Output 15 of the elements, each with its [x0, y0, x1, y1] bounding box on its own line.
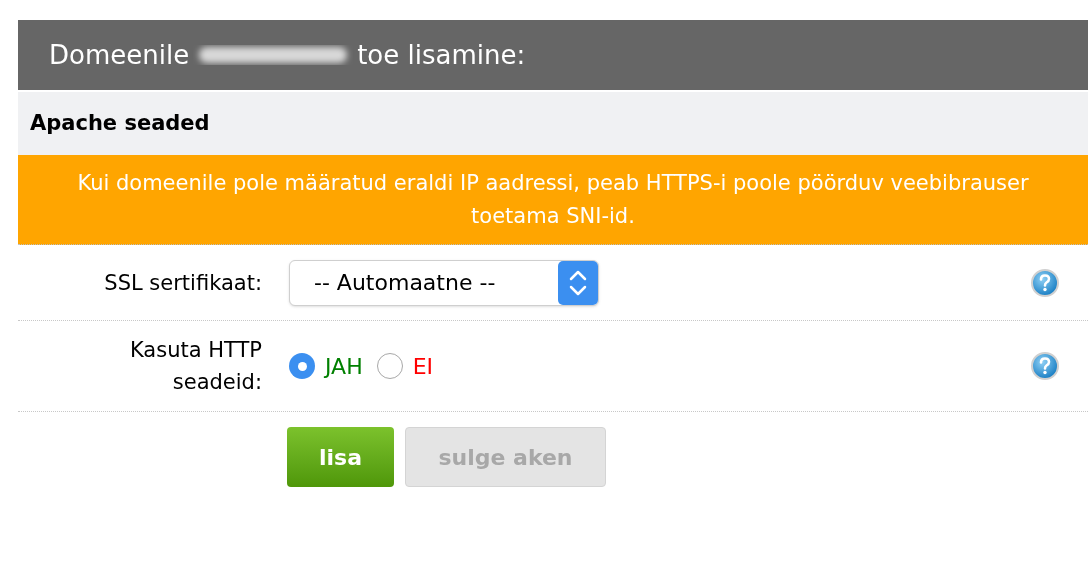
section-title: Apache seaded	[30, 109, 210, 137]
radio-label: JAH	[325, 352, 363, 381]
radio-button[interactable]	[289, 353, 315, 379]
add-button[interactable]: lisa	[287, 427, 394, 487]
notice-text: Kui domeenile pole määratud eraldi IP aadressi, peab HTTPS-i poole pöörduv veebibrauser toetama SNI-id.	[76, 169, 1030, 230]
field-label: Kasuta HTTP seadeid:	[128, 337, 262, 396]
header-title: Domeenile	[49, 38, 190, 72]
header-title: toe lisamine:	[357, 38, 526, 72]
field-label: SSL sertifikaat:	[103, 269, 262, 297]
help-icon[interactable]	[1030, 351, 1060, 381]
help-icon[interactable]	[1030, 267, 1060, 298]
radio-label: EI	[412, 352, 434, 381]
certificate-select[interactable]: -- Automaatne --	[289, 259, 599, 306]
radio-button[interactable]	[376, 353, 403, 379]
select-arrows-icon	[558, 260, 598, 305]
